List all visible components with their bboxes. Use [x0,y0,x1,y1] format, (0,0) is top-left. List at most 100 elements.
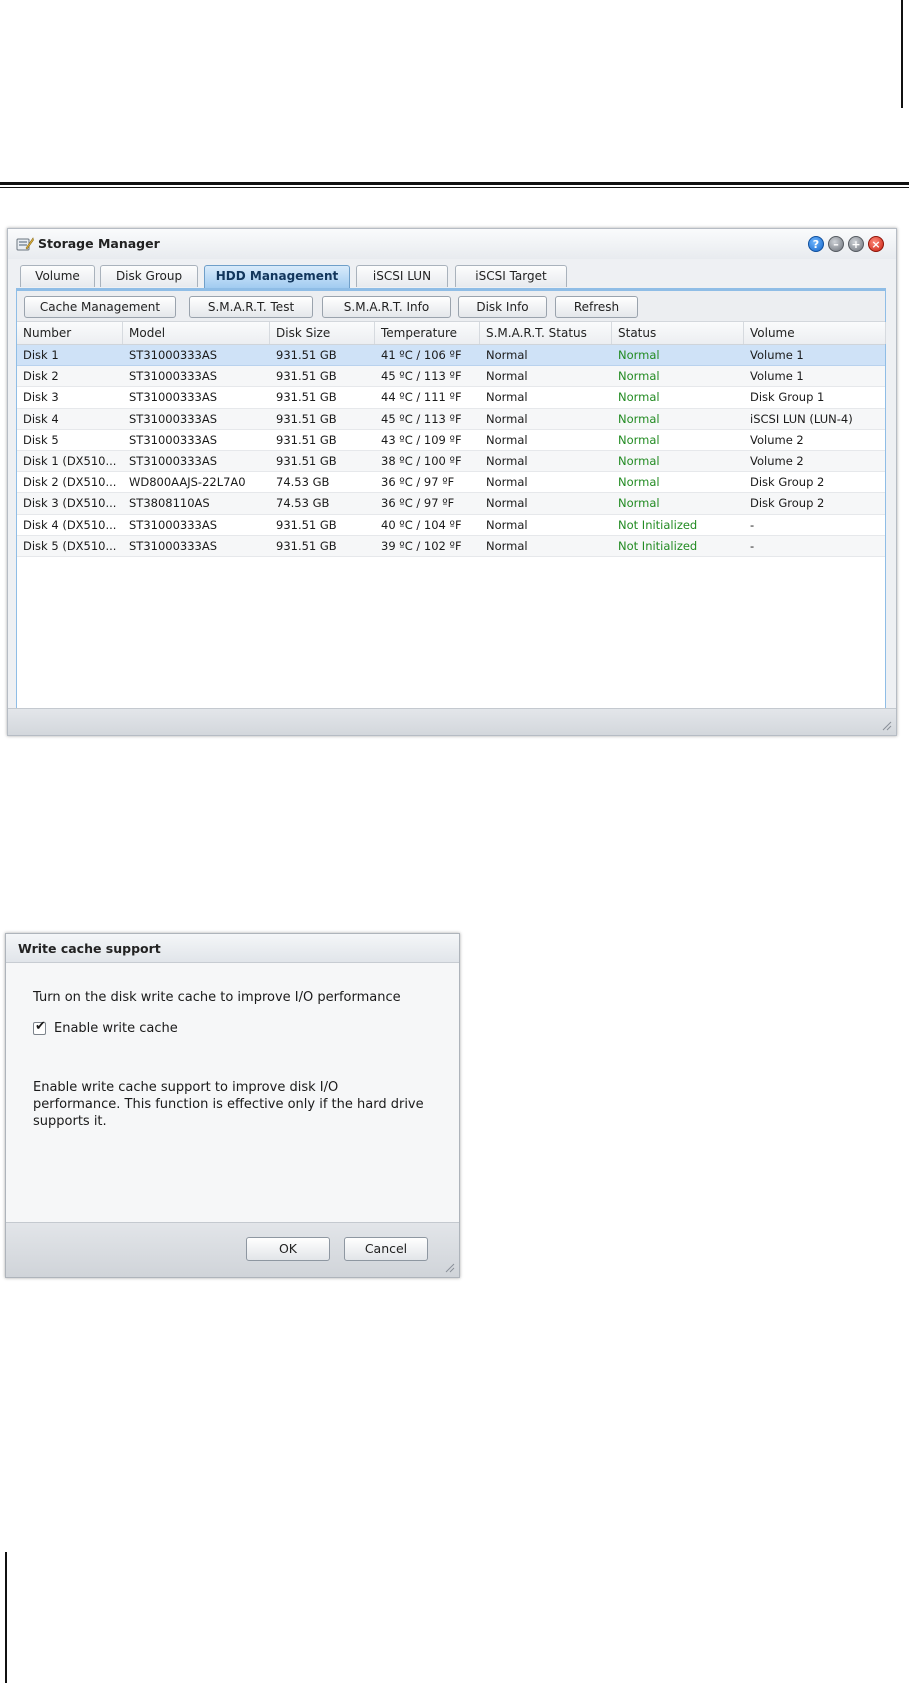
table-row[interactable]: Disk 3 (DX510... ST3808110AS 74.53 GB 36 ºC… [17,493,885,515]
disk-info-button[interactable]: Disk Info [458,296,547,318]
table-row[interactable]: Disk 1 ST31000333AS 931.51 GB 41 ºC / 106 º… [17,345,885,367]
column-volume[interactable]: Volume [744,322,886,344]
description-line: performance. This function is effective … [33,1097,424,1112]
smart-test-button[interactable]: S.M.A.R.T. Test [189,296,313,318]
write-cache-dialog: Write cache support Turn on the disk wri… [5,933,460,1278]
cell-model: ST31000333AS [129,453,218,468]
tab-hdd-management[interactable]: HDD Management [204,265,350,289]
cell-model: ST3808110AS [129,496,210,511]
cell-disk-size: 931.51 GB [276,348,337,362]
cell-temperature: 45 ºC / 113 ºF [381,411,462,426]
page-rule [0,182,909,185]
cell-temperature: 36 ºC / 97 ºF [381,475,455,490]
table-row[interactable]: Disk 5 (DX510... ST31000333AS 931.51 GB 39 … [17,535,885,557]
column-smart-status[interactable]: S.M.A.R.T. Status [480,322,612,344]
cell-disk-size: 74.53 GB [276,496,330,511]
cell-model: ST31000333AS [129,411,218,426]
cell-smart-status: Normal [486,453,528,468]
tab-bar: Volume Disk Group HDD Management iSCSI L… [20,265,886,289]
storage-manager-window: Storage Manager ? – + × Volume Disk Grou… [7,228,897,736]
tab-iscsi-target[interactable]: iSCSI Target [455,265,567,287]
cell-number: Disk 2 (DX510... [23,475,117,490]
window-titlebar[interactable]: Storage Manager ? – + × [8,229,896,259]
cell-temperature: 39 ºC / 102 ºF [381,538,462,553]
cell-status: Normal [618,496,660,511]
description-line: Enable write cache support to improve di… [33,1080,339,1095]
cell-temperature: 45 ºC / 113 ºF [381,369,462,384]
tab-disk-group[interactable]: Disk Group [100,265,198,287]
enable-write-cache-checkbox[interactable]: ✔ [33,1019,46,1035]
cell-model: ST31000333AS [129,517,218,532]
column-status[interactable]: Status [612,322,744,344]
cell-temperature: 36 ºC / 97 ºF [381,496,455,511]
table-row[interactable]: Disk 5 ST31000333AS 931.51 GB 43 ºC / 109 º… [17,430,885,451]
column-number[interactable]: Number [17,322,123,344]
table-row[interactable]: Disk 2 (DX510... WD800AAJS-22L7A0 74.53 GB… [17,472,885,494]
cell-model: ST31000333AS [129,348,218,362]
cell-number: Disk 4 [23,411,59,426]
cache-management-button[interactable]: Cache Management [24,296,176,318]
maximize-icon[interactable]: + [848,236,864,252]
resize-grip-icon[interactable] [880,719,892,731]
page-margin-line [901,0,903,108]
ok-button[interactable]: OK [246,1237,330,1261]
cell-status: Normal [618,411,660,426]
cell-number: Disk 3 [23,390,59,405]
cell-temperature: 40 ºC / 104 ºF [381,517,462,532]
tab-volume[interactable]: Volume [20,265,95,287]
cell-smart-status: Normal [486,411,528,426]
cell-volume: - [750,517,755,532]
cell-temperature: 38 ºC / 100 ºF [381,453,462,468]
cell-status: Normal [618,475,660,490]
dialog-title: Write cache support [6,934,459,963]
close-icon[interactable]: × [868,236,884,252]
column-disk-size[interactable]: Disk Size [270,322,375,344]
table-row[interactable]: Disk 3 ST31000333AS 931.51 GB 44 ºC / 111 º… [17,387,885,409]
page-margin-line-bottom [5,1552,7,1683]
cell-volume: Volume 2 [750,432,804,447]
cell-status: Normal [618,348,660,362]
tab-iscsi-lun[interactable]: iSCSI LUN [356,265,448,287]
cell-number: Disk 2 [23,369,59,384]
resize-grip-icon[interactable] [443,1261,455,1273]
cell-volume: Volume 2 [750,453,804,468]
refresh-button[interactable]: Refresh [555,296,638,318]
cell-disk-size: 931.51 GB [276,538,337,553]
column-temperature[interactable]: Temperature [375,322,480,344]
cell-temperature: 43 ºC / 109 ºF [381,432,462,447]
window-statusbar [8,708,896,735]
cell-smart-status: Normal [486,538,528,553]
cell-smart-status: Normal [486,475,528,490]
page-rule-thin [0,187,909,188]
cell-number: Disk 5 (DX510... [23,538,117,553]
table-row[interactable]: Disk 4 ST31000333AS 931.51 GB 45 ºC / 113 º… [17,408,885,430]
cell-model: ST31000333AS [129,390,218,405]
cancel-button[interactable]: Cancel [344,1237,428,1261]
table-row[interactable]: Disk 4 (DX510... ST31000333AS 931.51 GB 40 … [17,515,885,536]
dialog-description: Enable write cache support to improve di… [33,1079,424,1130]
cell-model: ST31000333AS [129,538,218,553]
cell-status: Normal [618,453,660,468]
table-row[interactable]: Disk 1 (DX510... ST31000333AS 931.51 GB 38 … [17,450,885,473]
storage-manager-icon [16,237,34,251]
smart-info-button[interactable]: S.M.A.R.T. Info [322,296,451,318]
cell-volume: Disk Group 2 [750,496,825,511]
help-icon[interactable]: ? [808,236,824,252]
hdd-management-panel: Cache Management S.M.A.R.T. Test S.M.A.R… [16,290,886,709]
enable-write-cache-label[interactable]: Enable write cache [54,1020,178,1037]
cell-disk-size: 931.51 GB [276,390,337,405]
column-model[interactable]: Model [123,322,270,344]
cell-model: WD800AAJS-22L7A0 [129,475,246,490]
cell-volume: Disk Group 1 [750,390,825,405]
cell-volume: Volume 1 [750,369,804,384]
cell-smart-status: Normal [486,390,528,405]
table-row[interactable]: Disk 2 ST31000333AS 931.51 GB 45 ºC / 113 º… [17,366,885,388]
cell-disk-size: 931.51 GB [276,411,337,426]
cell-smart-status: Normal [486,348,528,362]
cell-temperature: 44 ºC / 111 ºF [381,390,462,405]
disk-table-body: Disk 1 ST31000333AS 931.51 GB 41 ºC / 106 º… [17,345,885,557]
cell-volume: - [750,538,755,553]
cell-temperature: 41 ºC / 106 ºF [381,348,462,362]
dialog-footer: OK Cancel [6,1222,459,1277]
minimize-icon[interactable]: – [828,236,844,252]
